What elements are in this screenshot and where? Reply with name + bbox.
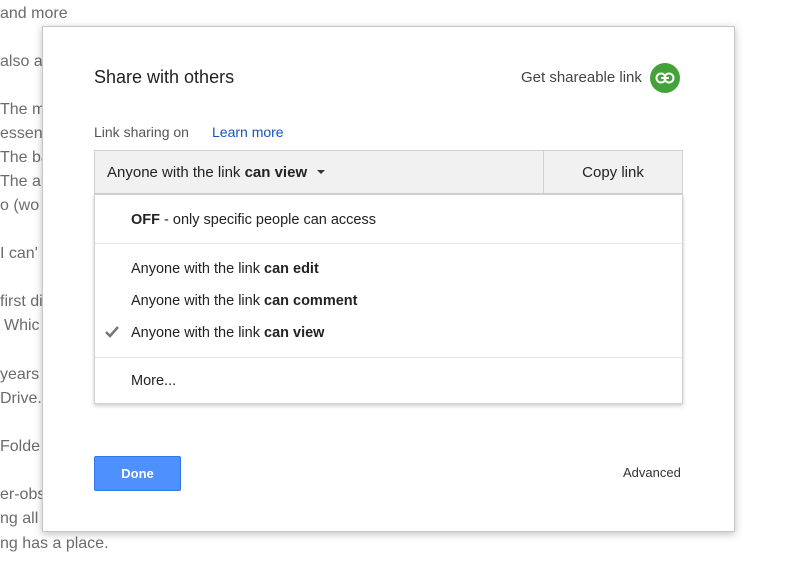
doc-line: essent [0, 125, 48, 142]
menu-divider [95, 243, 682, 244]
doc-line: Drive. [0, 390, 42, 407]
menu-item-off-bold: OFF [131, 212, 160, 228]
menu-item-label: Anyone with the link [131, 261, 264, 277]
menu-item-off[interactable]: OFF - only specific people can access [131, 212, 376, 228]
doc-line: first di [0, 293, 43, 310]
checkmark-icon [105, 326, 119, 338]
get-link-button[interactable] [650, 63, 680, 93]
menu-item-off-label: - only specific people can access [160, 212, 376, 228]
link-icon [655, 72, 675, 84]
menu-item-level: can edit [264, 261, 319, 277]
menu-item-label: Anyone with the link [131, 293, 264, 309]
doc-line: Folde [0, 438, 41, 455]
menu-item-level: can comment [264, 293, 358, 309]
menu-item-can-comment[interactable]: Anyone with the link can comment [131, 293, 357, 309]
doc-line: I can' [0, 245, 38, 262]
learn-more-link[interactable]: Learn more [212, 124, 284, 140]
copy-link-button[interactable]: Copy link [543, 150, 683, 194]
doc-line: also a [0, 53, 43, 70]
advanced-link[interactable]: Advanced [623, 465, 681, 480]
menu-item-more[interactable]: More... [131, 373, 176, 389]
doc-line: The m [0, 101, 46, 118]
sharing-options-menu: OFF - only specific people can access An… [94, 194, 683, 404]
doc-line: o (wo [0, 197, 40, 214]
done-button[interactable]: Done [94, 456, 181, 491]
menu-item-level: can view [264, 325, 325, 341]
menu-item-can-edit[interactable]: Anyone with the link can edit [131, 261, 319, 277]
link-sharing-status: Link sharing on [94, 124, 189, 140]
menu-item-label: Anyone with the link [131, 325, 264, 341]
doc-line: and more [0, 5, 68, 22]
get-shareable-link[interactable]: Get shareable link [521, 69, 642, 86]
dropdown-label-level: can view [244, 163, 308, 181]
dialog-title: Share with others [94, 67, 235, 87]
dropdown-label-prefix: Anyone with the link [107, 163, 245, 181]
sharing-level-dropdown[interactable]: Anyone with the link can view [94, 150, 544, 194]
doc-line: ng has a place. [0, 535, 109, 552]
dropdown-caret-icon [317, 170, 326, 174]
doc-line: Whic [4, 317, 40, 334]
menu-item-can-view[interactable]: Anyone with the link can view [131, 325, 324, 341]
doc-line: ng all [0, 510, 39, 527]
menu-divider [95, 357, 682, 358]
doc-line: years [0, 366, 40, 383]
doc-line: er-obs [0, 486, 46, 503]
share-dialog: Share with others Get shareable link Lin… [42, 26, 735, 532]
